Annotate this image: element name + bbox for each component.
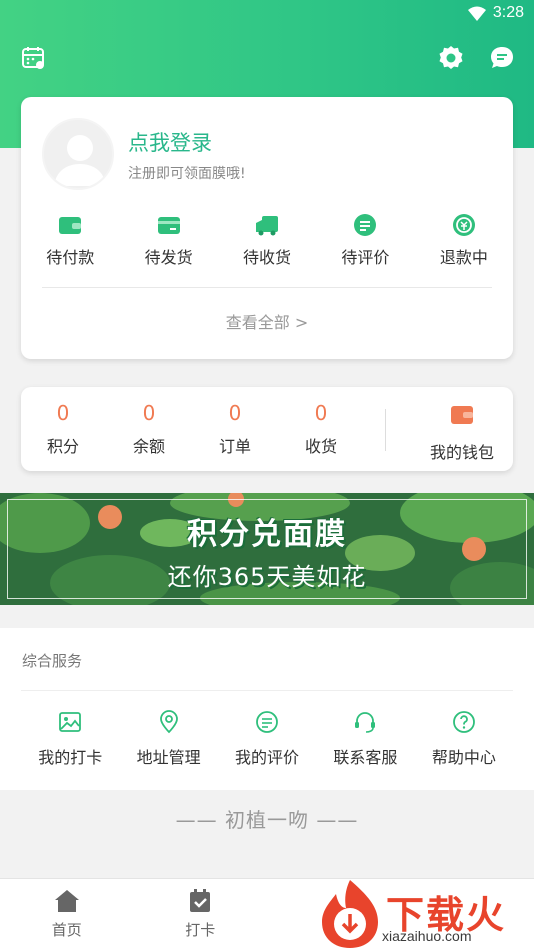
flame-logo-icon [322, 880, 378, 948]
stat-value: 0 [56, 401, 70, 425]
order-status-row: 待付款 待发货 待收货 待评价 退款中 [21, 212, 513, 272]
stat-label: 订单 [218, 437, 251, 456]
order-item-pending-payment[interactable]: 待付款 [21, 212, 119, 272]
banner-subheadline: 还你365天美如花 [167, 563, 367, 591]
banner-headline: 积分兑面膜 [187, 517, 347, 552]
wallet-icon [451, 406, 473, 424]
services-title: 综合服务 [22, 652, 83, 670]
help-icon [452, 711, 475, 733]
calendar-icon[interactable] [20, 44, 48, 72]
stat-label: 余额 [132, 437, 165, 456]
comment-icon [354, 214, 377, 236]
my-wallet-button[interactable]: 我的钱包 [417, 403, 507, 463]
service-label: 帮助中心 [431, 748, 496, 767]
tab-label: 首页 [51, 921, 82, 939]
watermark-url: xiazaihuo.com [382, 928, 472, 944]
home-icon [54, 890, 79, 912]
stats-separator [385, 409, 386, 451]
divider [42, 287, 492, 288]
wifi-icon [468, 6, 486, 21]
stat-value: 0 [142, 401, 156, 425]
login-subtitle: 注册即可领面膜哦! [128, 166, 246, 182]
refund-icon [452, 214, 475, 236]
order-item-label: 退款中 [439, 248, 488, 267]
headset-icon [355, 712, 376, 733]
message-icon[interactable] [488, 44, 516, 72]
comment-icon [256, 711, 278, 733]
gear-icon[interactable] [437, 44, 465, 72]
service-my-reviews[interactable]: 我的评价 [218, 710, 316, 768]
order-item-pending-review[interactable]: 待评价 [316, 212, 414, 272]
view-all-orders-link[interactable]: 查看全部 > [21, 309, 513, 333]
tab-checkin[interactable]: 打卡 [134, 879, 268, 949]
divider [21, 690, 513, 691]
services-row: 我的打卡 地址管理 我的评价 联系客服 帮助中心 [21, 710, 513, 768]
order-item-label: 待评价 [341, 248, 390, 267]
wallet-icon [59, 217, 82, 234]
service-help-center[interactable]: 帮助中心 [415, 710, 513, 768]
services-section: 综合服务 我的打卡 地址管理 我的评价 联系客服 帮助中心 [0, 628, 534, 790]
login-title[interactable]: 点我登录 [128, 127, 212, 157]
tab-home[interactable]: 首页 [0, 879, 134, 949]
stat-points[interactable]: 0 积分 [33, 401, 93, 457]
service-label: 我的评价 [235, 748, 300, 767]
stats-card: 0 积分 0 余额 0 订单 0 收货 我的钱包 [21, 387, 513, 471]
location-icon [159, 710, 178, 734]
service-my-checkin[interactable]: 我的打卡 [21, 710, 119, 768]
order-item-pending-shipment[interactable]: 待发货 [119, 212, 217, 272]
service-label: 地址管理 [136, 748, 201, 767]
stat-received[interactable]: 0 收货 [291, 401, 351, 457]
order-item-pending-receipt[interactable]: 待收货 [218, 212, 316, 272]
truck-icon [256, 216, 279, 236]
stat-label: 收货 [304, 437, 337, 456]
stat-balance[interactable]: 0 余额 [119, 401, 179, 457]
login-card: 点我登录 注册即可领面膜哦! 待付款 待发货 待收货 待评价 退款中 查看全部 … [21, 97, 513, 359]
service-label: 联系客服 [333, 748, 398, 767]
stat-value: 0 [228, 401, 242, 425]
tab-label: 打卡 [185, 921, 216, 939]
promo-banner[interactable]: 积分兑面膜 还你365天美如花 [0, 493, 534, 605]
card-icon [157, 217, 180, 234]
stat-value: 0 [314, 401, 328, 425]
status-bar: 3:28 [0, 0, 534, 32]
footer-brand-note: —— 初植一吻 —— [175, 808, 359, 832]
stat-orders[interactable]: 0 订单 [205, 401, 265, 457]
image-icon [59, 712, 82, 732]
service-label: 我的打卡 [38, 748, 103, 767]
wallet-label: 我的钱包 [429, 443, 494, 462]
status-time: 3:28 [492, 4, 524, 21]
order-item-label: 待收货 [243, 248, 292, 267]
order-item-label: 待发货 [144, 248, 193, 267]
service-address[interactable]: 地址管理 [119, 710, 217, 768]
stat-label: 积分 [46, 437, 79, 456]
order-item-label: 待付款 [46, 248, 95, 267]
checkin-icon [190, 889, 211, 912]
service-customer-support[interactable]: 联系客服 [316, 710, 414, 768]
order-item-refunding[interactable]: 退款中 [415, 212, 513, 272]
watermark-overlay: 下载火 xiazaihuo.com [316, 878, 534, 949]
user-avatar-icon[interactable] [42, 118, 114, 190]
